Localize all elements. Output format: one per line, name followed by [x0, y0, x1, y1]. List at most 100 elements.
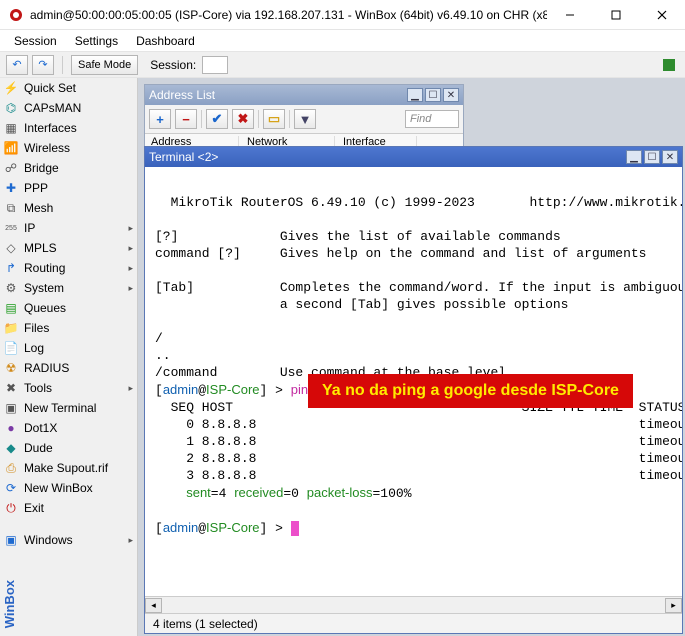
sidebar-item-mesh[interactable]: ⧉ Mesh: [0, 198, 137, 218]
terminal-min-button[interactable]: ▁: [626, 150, 642, 164]
undo-icon: ↶: [12, 58, 21, 71]
sidebar-item-dot1x[interactable]: ● Dot1X: [0, 418, 137, 438]
sidebar-item-label: CAPsMAN: [24, 101, 81, 115]
sidebar-item-bridge[interactable]: ☍ Bridge: [0, 158, 137, 178]
terminal-titlebar[interactable]: Terminal <2> ▁ ☐ ✕: [145, 147, 682, 167]
sidebar-item-interfaces[interactable]: ▦Interfaces: [0, 118, 137, 138]
sidebar-item-log[interactable]: 📄 Log: [0, 338, 137, 358]
chevron-right-icon: ▸: [128, 535, 133, 546]
sidebar-item-ip[interactable]: 255 IP ▸: [0, 218, 137, 238]
comment-button[interactable]: ▭: [263, 109, 285, 129]
chevron-right-icon: ▸: [128, 223, 133, 234]
sidebar-item-label: PPP: [24, 181, 48, 195]
sidebar-item-label: Exit: [24, 501, 44, 515]
sidebar-item-label: Dot1X: [24, 421, 57, 435]
sidebar-item-exit[interactable]: ⏻Exit: [0, 498, 137, 518]
session-combo[interactable]: [202, 56, 228, 74]
quick-set-icon: ⚡: [4, 81, 18, 95]
close-button[interactable]: [639, 0, 685, 30]
sidebar-item-tools[interactable]: ✖Tools▸: [0, 378, 137, 398]
sidebar-item-quick-set[interactable]: ⚡ Quick Set: [0, 78, 137, 98]
address-list-titlebar[interactable]: Address List ▁ ☐ ✕: [145, 85, 463, 105]
sidebar-item-label: Windows: [24, 533, 73, 547]
terminal-h-scroll[interactable]: ◂ ▸: [145, 596, 682, 613]
sidebar-item-label: Make Supout.rif: [24, 461, 108, 475]
menu-session[interactable]: Session: [6, 32, 65, 50]
menu-dashboard[interactable]: Dashboard: [128, 32, 203, 50]
redo-button[interactable]: ↷: [32, 55, 54, 75]
sidebar-item-files[interactable]: 📁Files: [0, 318, 137, 338]
address-list-window: Address List ▁ ☐ ✕ + − ✔ ✖ ▭ ▼ Find Addr…: [144, 84, 464, 152]
sidebar-item-routing[interactable]: ↱Routing▸: [0, 258, 137, 278]
address-list-max-button[interactable]: ☐: [425, 88, 441, 102]
chevron-right-icon: ▸: [128, 243, 133, 254]
address-list-min-button[interactable]: ▁: [407, 88, 423, 102]
disable-button[interactable]: ✖: [232, 109, 254, 129]
make-supout-rif-icon: ⎙: [4, 461, 18, 475]
terminal-status-text: 4 items (1 selected): [153, 617, 258, 631]
system-icon: ⚙: [4, 281, 18, 295]
wireless-icon: 📶: [4, 141, 18, 155]
radius-icon: ☢: [4, 361, 18, 375]
tools-icon: ✖: [4, 381, 18, 395]
sidebar-item-label: Log: [24, 341, 44, 355]
sidebar-item-new-terminal[interactable]: ▣New Terminal: [0, 398, 137, 418]
winbox-vertical-label: WinBox: [2, 580, 17, 628]
chevron-right-icon: ▸: [128, 283, 133, 294]
menu-settings[interactable]: Settings: [67, 32, 126, 50]
sidebar-item-label: MPLS: [24, 241, 57, 255]
sidebar-item-label: Mesh: [24, 201, 53, 215]
filter-button[interactable]: ▼: [294, 109, 316, 129]
sidebar-item-label: Queues: [24, 301, 66, 315]
sidebar-item-ppp[interactable]: ✚ PPP: [0, 178, 137, 198]
window-titlebar: admin@50:00:00:05:00:05 (ISP-Core) via 1…: [0, 0, 685, 30]
sidebar-item-label: Bridge: [24, 161, 59, 175]
window-title: admin@50:00:00:05:00:05 (ISP-Core) via 1…: [30, 8, 547, 22]
sidebar-item-capsman[interactable]: ⌬ CAPsMAN: [0, 98, 137, 118]
sidebar-item-mpls[interactable]: ◇MPLS▸: [0, 238, 137, 258]
interfaces-icon: ▦: [4, 121, 18, 135]
undo-button[interactable]: ↶: [6, 55, 28, 75]
windows-icon: ▣: [4, 533, 18, 547]
add-button[interactable]: +: [149, 109, 171, 129]
sidebar-item-dude[interactable]: ◆Dude: [0, 438, 137, 458]
terminal-max-button[interactable]: ☐: [644, 150, 660, 164]
sidebar-item-new-winbox[interactable]: ⟳New WinBox: [0, 478, 137, 498]
sidebar-item-label: Dude: [24, 441, 53, 455]
sidebar-item-windows[interactable]: ▣ Windows ▸: [0, 530, 137, 550]
sidebar-item-radius[interactable]: ☢RADIUS: [0, 358, 137, 378]
maximize-button[interactable]: [593, 0, 639, 30]
scroll-right-button[interactable]: ▸: [665, 598, 682, 613]
sidebar-item-label: IP: [24, 221, 35, 235]
scroll-left-button[interactable]: ◂: [145, 598, 162, 613]
capsman-icon: ⌬: [4, 101, 18, 115]
address-list-title: Address List: [149, 88, 215, 102]
new-winbox-icon: ⟳: [4, 481, 18, 495]
sidebar-item-label: Quick Set: [24, 81, 76, 95]
ppp-icon: ✚: [4, 181, 18, 195]
enable-button[interactable]: ✔: [206, 109, 228, 129]
sidebar-item-label: Wireless: [24, 141, 70, 155]
find-input[interactable]: Find: [405, 110, 459, 128]
minimize-button[interactable]: [547, 0, 593, 30]
mesh-icon: ⧉: [4, 201, 18, 215]
sidebar-item-make-supout-rif[interactable]: ⎙ Make Supout.rif: [0, 458, 137, 478]
remove-button[interactable]: −: [175, 109, 197, 129]
safemode-button[interactable]: Safe Mode: [71, 55, 138, 75]
annotation-callout: Ya no da ping a google desde ISP-Core: [308, 374, 633, 408]
sidebar-item-label: Files: [24, 321, 49, 335]
address-list-close-button[interactable]: ✕: [443, 88, 459, 102]
sidebar-item-label: System: [24, 281, 64, 295]
ip-icon: 255: [4, 221, 18, 235]
bridge-icon: ☍: [4, 161, 18, 175]
terminal-close-button[interactable]: ✕: [662, 150, 678, 164]
status-indicator: [663, 59, 675, 71]
log-icon: 📄: [4, 341, 18, 355]
sidebar-item-wireless[interactable]: 📶 Wireless: [0, 138, 137, 158]
menubar: Session Settings Dashboard: [0, 30, 685, 52]
sidebar-item-queues[interactable]: ▤Queues: [0, 298, 137, 318]
app-icon: [8, 7, 24, 23]
dot1x-icon: ●: [4, 421, 18, 435]
sidebar-item-system[interactable]: ⚙ System ▸: [0, 278, 137, 298]
window-controls: [547, 0, 685, 30]
